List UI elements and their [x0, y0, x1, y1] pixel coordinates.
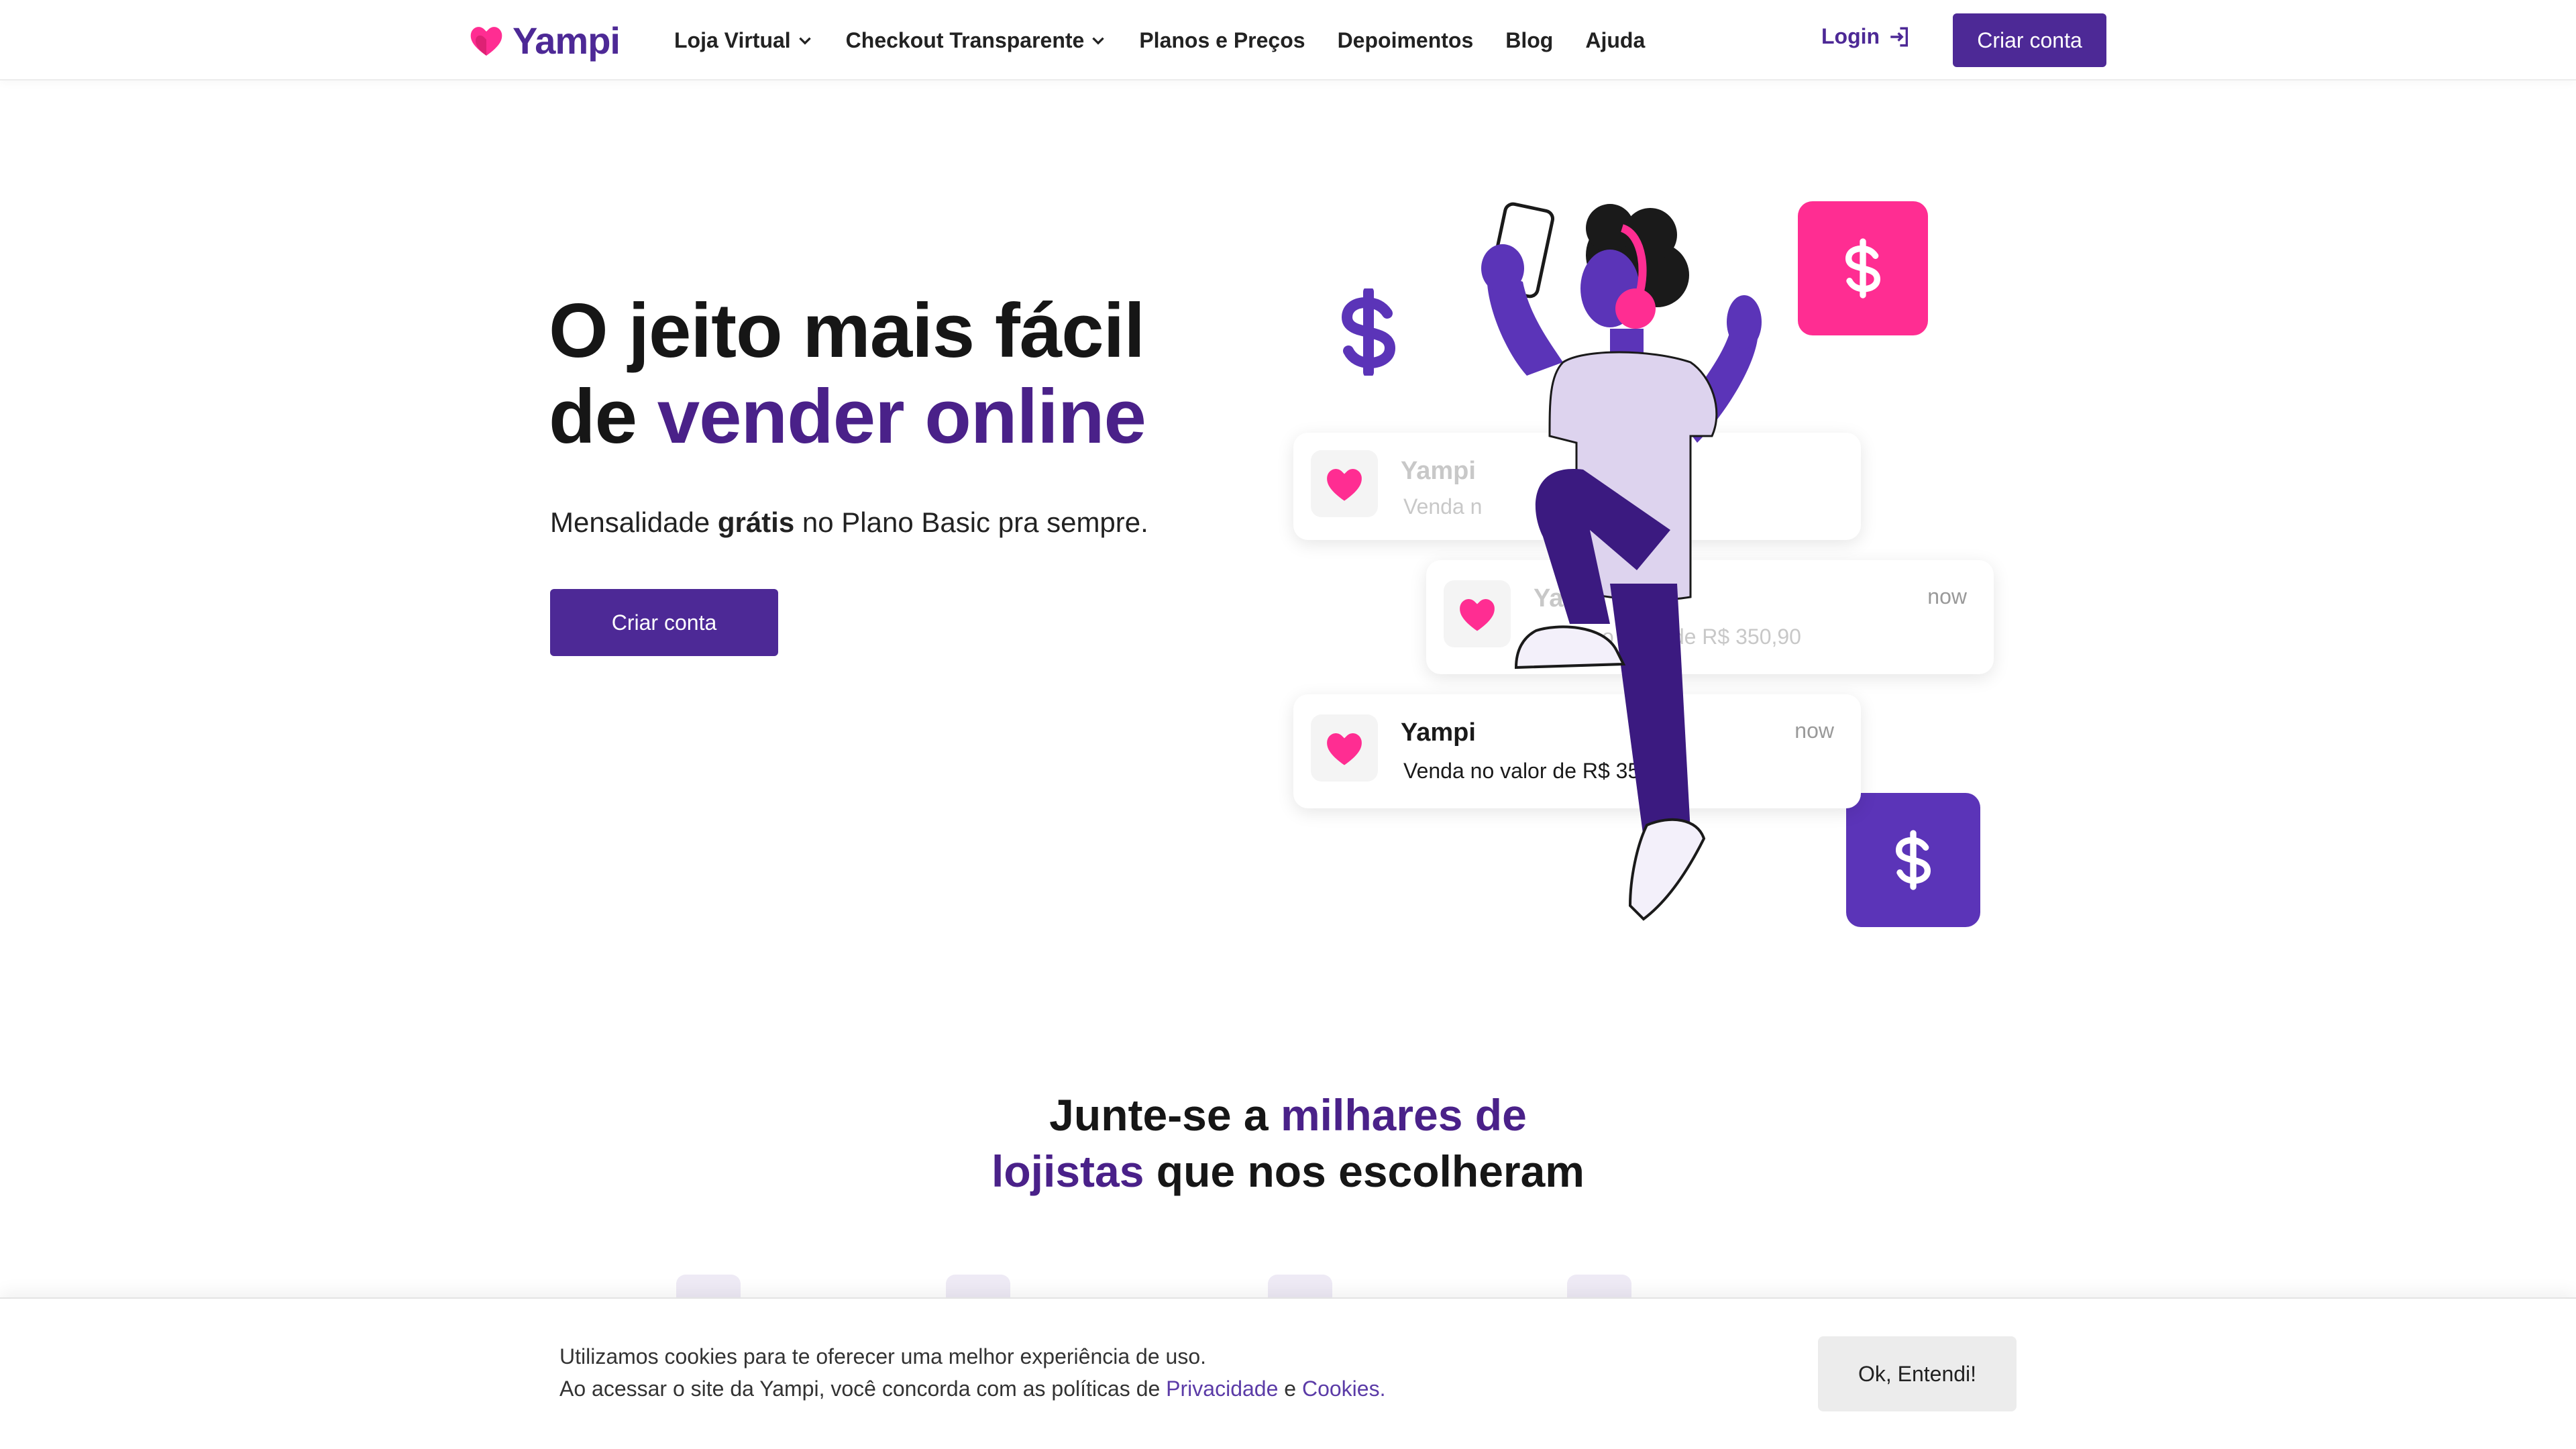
- hero-title-prefix: de: [549, 374, 657, 460]
- nav-loja-virtual[interactable]: Loja Virtual: [674, 28, 814, 53]
- nav-label: Ajuda: [1585, 28, 1646, 52]
- hero-title-line1: O jeito mais fácil: [549, 288, 1145, 374]
- hero-subtitle-prefix: Mensalidade: [550, 506, 718, 538]
- dollar-sign-icon: [1341, 288, 1396, 376]
- yampi-logo[interactable]: Yampi: [468, 15, 621, 66]
- cookie-message: Utilizamos cookies para te oferecer uma …: [559, 1340, 1385, 1405]
- brand-name: Yampi: [513, 19, 621, 62]
- cookie-banner: Utilizamos cookies para te oferecer uma …: [0, 1297, 2576, 1449]
- nav-label: Depoimentos: [1337, 28, 1474, 52]
- nav-label: Loja Virtual: [674, 28, 791, 52]
- nav-planos-precos[interactable]: Planos e Preços: [1139, 28, 1305, 53]
- cookie-line2-prefix: Ao acessar o site da Yampi, você concord…: [559, 1377, 1167, 1401]
- hero-title-accent: vender online: [657, 374, 1146, 460]
- hero-subtitle-suffix: no Plano Basic pra sempre.: [794, 506, 1148, 538]
- hero-title: O jeito mais fácil de vender online: [549, 288, 1220, 460]
- nav-label: Blog: [1505, 28, 1554, 52]
- privacy-link[interactable]: Privacidade: [1166, 1377, 1278, 1401]
- join-suffix: que nos escolheram: [1144, 1146, 1585, 1196]
- nav-ajuda[interactable]: Ajuda: [1585, 28, 1645, 53]
- dancing-person-illustration: [1481, 202, 1762, 921]
- nav-depoimentos[interactable]: Depoimentos: [1338, 28, 1474, 53]
- nav-checkout-transparente[interactable]: Checkout Transparente: [846, 28, 1108, 53]
- hero-signup-button[interactable]: Criar conta: [550, 589, 778, 656]
- yampi-avatar: [1311, 714, 1378, 782]
- dollar-sign-icon: [1895, 830, 1931, 890]
- cookie-line1: Utilizamos cookies para te oferecer uma …: [559, 1344, 1207, 1368]
- cookie-line2: Ao acessar o site da Yampi, você concord…: [559, 1373, 1385, 1405]
- header-signup-button[interactable]: Criar conta: [1953, 13, 2106, 67]
- yampi-heart-icon: [1327, 468, 1362, 501]
- join-accent-line1: milhares de: [1280, 1090, 1527, 1140]
- hero-illustration: Yampi Venda n Yamp enda no valor de R$ 3…: [1275, 195, 2012, 946]
- hero-subtitle: Mensalidade grátis no Plano Basic pra se…: [550, 506, 1148, 539]
- chevron-down-icon: [1092, 37, 1105, 45]
- chevron-down-icon: [798, 37, 811, 45]
- cookie-accept-button[interactable]: Ok, Entendi!: [1818, 1336, 2017, 1411]
- yampi-heart-icon: [1327, 733, 1362, 765]
- site-header: Yampi Loja Virtual Checkout Transparente…: [0, 0, 2576, 80]
- login-label: Login: [1821, 24, 1880, 48]
- join-accent-line2: lojistas: [991, 1146, 1144, 1196]
- hero-subtitle-bold: grátis: [717, 506, 795, 538]
- nav-label: Planos e Preços: [1139, 28, 1305, 52]
- notification-time: now: [1927, 584, 1967, 608]
- yampi-avatar: [1311, 450, 1378, 517]
- main-nav: Loja Virtual Checkout Transparente Plano…: [674, 0, 1677, 80]
- login-icon: [1890, 27, 1909, 46]
- nav-blog[interactable]: Blog: [1505, 28, 1553, 53]
- cookies-link[interactable]: Cookies.: [1302, 1377, 1386, 1401]
- cookie-and: e: [1278, 1377, 1302, 1401]
- login-link[interactable]: Login: [1821, 24, 1911, 49]
- join-prefix: Junte-se a: [1049, 1090, 1281, 1140]
- nav-label: Checkout Transparente: [845, 28, 1085, 52]
- yampi-heart-icon: [470, 27, 502, 56]
- join-section-title: Junte-se a milhares de lojistas que nos …: [939, 1087, 1637, 1199]
